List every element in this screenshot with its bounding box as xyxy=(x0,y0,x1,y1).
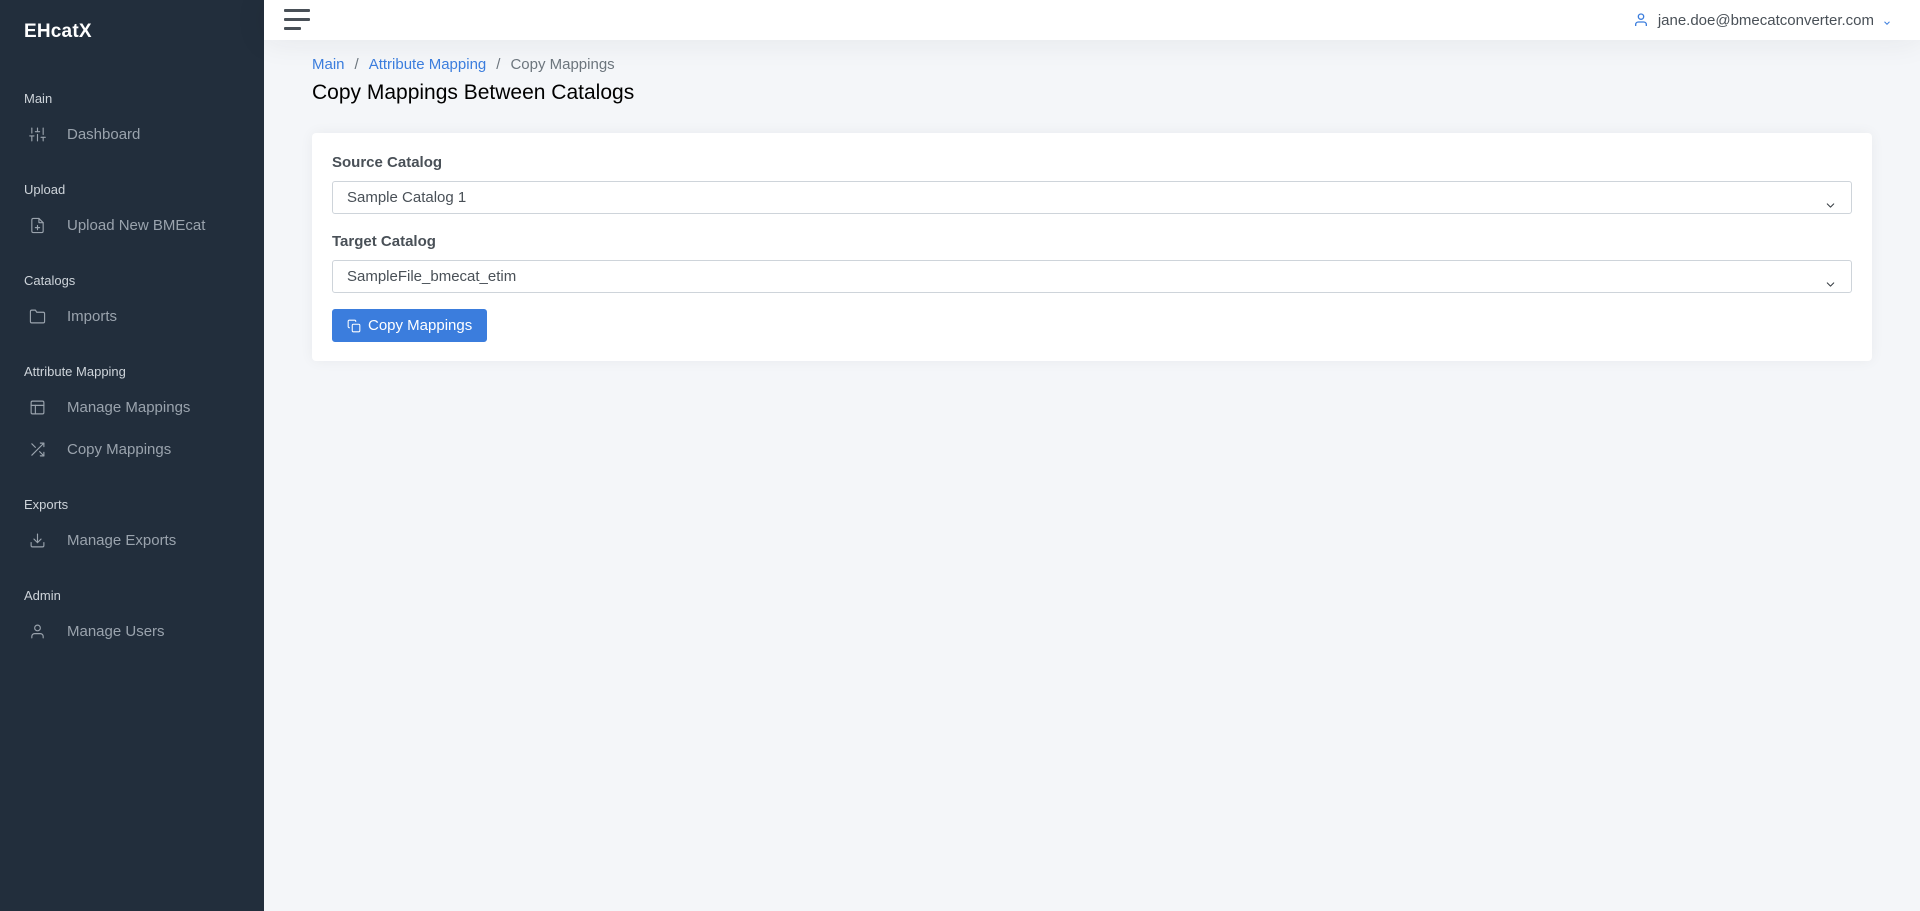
folder-icon xyxy=(28,307,46,325)
brand-logo[interactable]: EHcatX xyxy=(0,0,264,64)
nav-section-upload: Upload Upload New BMEcat xyxy=(0,180,264,246)
sidebar-item-imports[interactable]: Imports xyxy=(0,295,264,337)
breadcrumb-current: Copy Mappings xyxy=(510,56,615,73)
file-plus-icon xyxy=(28,216,46,234)
copy-mappings-button-label: Copy Mappings xyxy=(368,317,473,334)
sidebar-item-dashboard[interactable]: Dashboard xyxy=(0,113,264,155)
sidebar-item-label: Upload New BMEcat xyxy=(67,216,206,234)
page-title: Copy Mappings Between Catalogs xyxy=(312,81,635,104)
nav-header-upload: Upload xyxy=(24,182,66,197)
nav-section-attribute-mapping: Attribute Mapping Manage Mappings Copy M… xyxy=(0,362,264,470)
user-icon xyxy=(28,622,46,640)
topbar: jane.doe@bmecatconverter.com xyxy=(264,0,1920,40)
copy-icon xyxy=(347,319,361,333)
breadcrumb-link-main[interactable]: Main xyxy=(312,56,345,73)
user-menu[interactable]: jane.doe@bmecatconverter.com xyxy=(1633,0,1892,40)
nav-header-main: Main xyxy=(24,91,53,106)
source-catalog-value: Sample Catalog 1 xyxy=(347,189,467,206)
chevron-down-icon xyxy=(1882,15,1892,25)
sidebar-item-upload-new-bmecat[interactable]: Upload New BMEcat xyxy=(0,204,264,246)
main-content: Main / Attribute Mapping / Copy Mappings… xyxy=(312,56,1872,361)
nav-header-catalogs: Catalogs xyxy=(24,273,76,288)
chevron-down-icon xyxy=(1824,271,1837,287)
shuffle-icon xyxy=(28,440,46,458)
sidebar-item-manage-exports[interactable]: Manage Exports xyxy=(0,519,264,561)
source-catalog-label: Source Catalog xyxy=(332,154,443,171)
user-email: jane.doe@bmecatconverter.com xyxy=(1657,11,1874,29)
breadcrumb-link-attribute-mapping[interactable]: Attribute Mapping xyxy=(369,56,487,73)
download-icon xyxy=(28,531,46,549)
sidebar-item-label: Manage Exports xyxy=(67,531,177,549)
hamburger-menu-icon[interactable] xyxy=(284,9,310,31)
nav-header-admin: Admin xyxy=(24,588,61,603)
sidebar-item-copy-mappings[interactable]: Copy Mappings xyxy=(0,428,264,470)
target-catalog-select[interactable]: SampleFile_bmecat_etim xyxy=(332,260,1852,293)
nav-section-admin: Admin Manage Users xyxy=(0,586,264,652)
sidebar-item-label: Copy Mappings xyxy=(67,440,172,458)
sidebar-item-label: Manage Mappings xyxy=(67,398,191,416)
breadcrumb-separator: / xyxy=(496,56,501,73)
chevron-down-icon xyxy=(1824,192,1837,208)
breadcrumb-separator: / xyxy=(354,56,359,73)
target-catalog-label: Target Catalog xyxy=(332,233,436,250)
sidebar-item-label: Manage Users xyxy=(67,622,165,640)
sidebar-item-manage-mappings[interactable]: Manage Mappings xyxy=(0,386,264,428)
nav-header-attribute-mapping: Attribute Mapping xyxy=(24,364,126,379)
sidebar-item-label: Dashboard xyxy=(67,125,141,143)
copy-mappings-card: Source Catalog Sample Catalog 1 Target C… xyxy=(312,133,1872,361)
sidebar-item-manage-users[interactable]: Manage Users xyxy=(0,610,264,652)
layout-icon xyxy=(28,398,46,416)
sidebar-item-label: Imports xyxy=(67,307,118,325)
user-icon xyxy=(1633,12,1649,28)
breadcrumb: Main / Attribute Mapping / Copy Mappings xyxy=(312,56,1872,73)
target-catalog-value: SampleFile_bmecat_etim xyxy=(347,268,517,285)
nav-section-main: Main Dashboard xyxy=(0,89,264,155)
nav-section-catalogs: Catalogs Imports xyxy=(0,271,264,337)
sidebar: EHcatX Main Dashboard Upload Upload New … xyxy=(0,0,264,911)
source-catalog-select[interactable]: Sample Catalog 1 xyxy=(332,181,1852,214)
nav-section-exports: Exports Manage Exports xyxy=(0,495,264,561)
sliders-icon xyxy=(28,125,46,143)
copy-mappings-button[interactable]: Copy Mappings xyxy=(332,309,488,342)
nav-header-exports: Exports xyxy=(24,497,69,512)
